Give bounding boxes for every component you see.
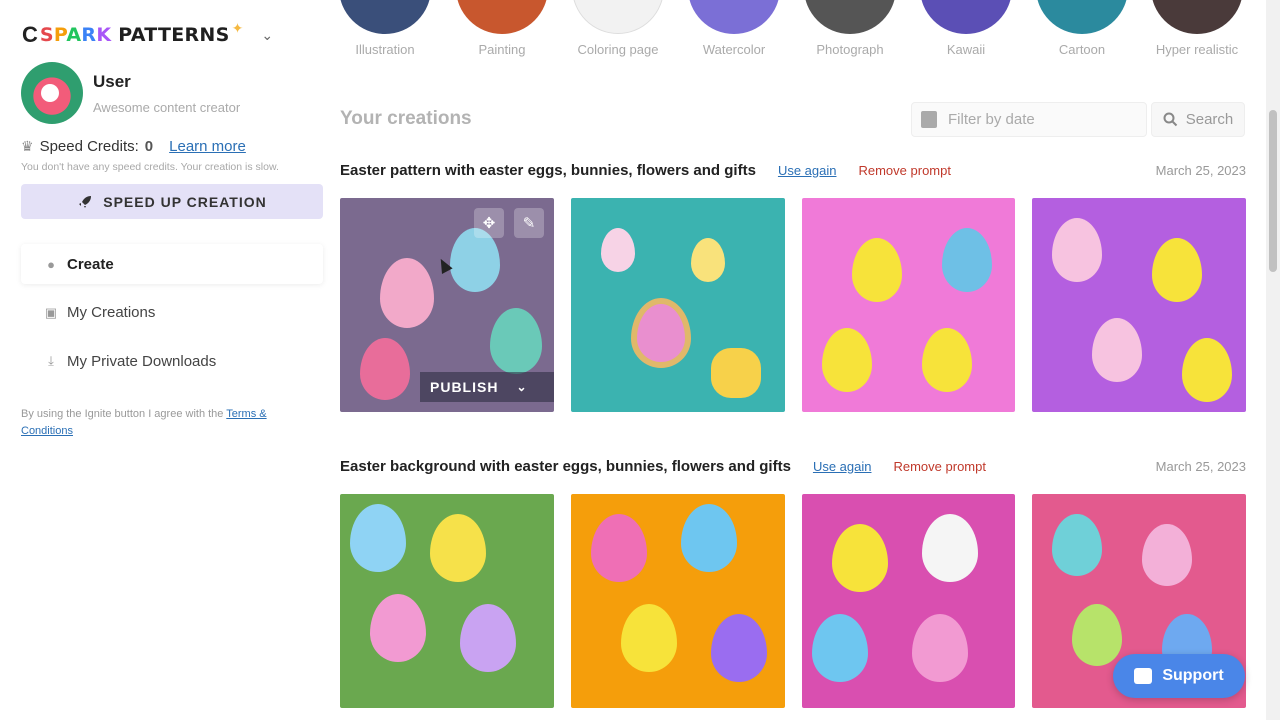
- style-thumb: [920, 0, 1012, 34]
- logo-text: SPARK PATTERNS: [40, 24, 230, 46]
- style-thumb: [340, 0, 431, 34]
- style-hyper-realistic[interactable]: Hyper realistic: [1145, 0, 1249, 57]
- logo-rest: PATTERNS: [111, 24, 230, 46]
- filter-placeholder: Filter by date: [948, 111, 1035, 128]
- style-thumb: [572, 0, 664, 34]
- style-label: Watercolor: [702, 42, 766, 57]
- creation-tile[interactable]: [801, 494, 1016, 708]
- terms-text: By using the Ignite button I agree with …: [21, 408, 227, 420]
- sidebar-item-label: My Private Downloads: [67, 352, 217, 370]
- sparkle-icon: ✦: [231, 19, 244, 36]
- search-label: Search: [1185, 111, 1234, 128]
- prompt-text: Easter pattern with easter eggs, bunnies…: [340, 161, 756, 179]
- chat-icon: [1134, 668, 1153, 684]
- style-illustration[interactable]: Illustration: [340, 0, 437, 57]
- chevron-down-icon[interactable]: ⌄: [261, 27, 273, 44]
- speed-credits: ♛ Speed Credits: 0 Learn more: [21, 138, 246, 155]
- terms-notice: By using the Ignite button I agree with …: [21, 406, 311, 440]
- style-photograph[interactable]: Photograph: [798, 0, 902, 57]
- logo-letter-p: P: [53, 24, 67, 46]
- crown-icon: ♛: [21, 138, 34, 154]
- search-button[interactable]: Search: [1151, 102, 1245, 137]
- creation-tile[interactable]: [340, 494, 554, 708]
- use-again-link[interactable]: Use again: [813, 459, 872, 474]
- logo-mark: C: [22, 22, 38, 47]
- sidebar-item-my-private-downloads[interactable]: ⤓ My Private Downloads: [21, 341, 323, 381]
- style-thumb: [804, 0, 896, 34]
- gallery-icon: ▣: [44, 304, 58, 320]
- learn-more-link[interactable]: Learn more: [169, 138, 246, 155]
- main-content: Illustration Painting Coloring page Wate…: [340, 0, 1260, 720]
- creation-tile[interactable]: [570, 198, 785, 412]
- search-icon: [1163, 112, 1177, 127]
- rocket-icon: [79, 195, 92, 208]
- use-again-link[interactable]: Use again: [778, 163, 837, 178]
- creation-grid: ✥ ✎ PUBLISH ⌄: [340, 198, 1246, 412]
- logo-letter-k: K: [96, 24, 112, 46]
- style-thumb: [1036, 0, 1128, 34]
- move-icon[interactable]: ✥: [474, 208, 504, 238]
- app-logo[interactable]: C SPARK PATTERNS ✦ ⌄: [22, 20, 273, 50]
- scrollbar[interactable]: [1266, 0, 1280, 720]
- user-profile: User Awesome content creator: [21, 62, 240, 124]
- creation-tile[interactable]: [1032, 198, 1246, 412]
- scrollbar-thumb[interactable]: [1269, 110, 1277, 272]
- avatar[interactable]: [21, 62, 83, 124]
- style-kawaii[interactable]: Kawaii: [914, 0, 1018, 57]
- logo-letter-s: S: [39, 24, 54, 46]
- chevron-down-icon[interactable]: ⌄: [516, 380, 527, 394]
- speed-up-label: SPEED UP CREATION: [103, 193, 267, 210]
- style-thumb: [456, 0, 548, 34]
- credits-note: You don't have any speed credits. Your c…: [21, 161, 279, 173]
- creation-group-header: Easter background with easter eggs, bunn…: [340, 456, 1246, 476]
- page-title: Your creations: [340, 108, 472, 129]
- sidebar-nav: ● Create ▣ My Creations ⤓ My Private Dow…: [21, 244, 323, 390]
- remove-prompt-link[interactable]: Remove prompt: [858, 163, 950, 178]
- edit-icon[interactable]: ✎: [514, 208, 544, 238]
- prompt-text: Easter background with easter eggs, bunn…: [340, 457, 791, 475]
- credits-label: Speed Credits:: [39, 138, 139, 155]
- creation-group-header: Easter pattern with easter eggs, bunnies…: [340, 160, 1246, 180]
- style-label: Coloring page: [577, 42, 659, 57]
- user-name: User: [93, 71, 131, 91]
- creation-date: March 25, 2023: [1155, 162, 1246, 178]
- style-coloring-page[interactable]: Coloring page: [566, 0, 670, 57]
- style-cartoon[interactable]: Cartoon: [1030, 0, 1134, 57]
- support-button[interactable]: Support: [1113, 654, 1245, 698]
- speed-up-creation-button[interactable]: SPEED UP CREATION: [21, 184, 323, 219]
- style-watercolor[interactable]: Watercolor: [682, 0, 786, 57]
- sidebar-item-label: Create: [67, 255, 114, 273]
- creation-date: March 25, 2023: [1155, 458, 1246, 474]
- creation-tile[interactable]: [801, 198, 1016, 412]
- credits-value: 0: [144, 138, 154, 155]
- style-label: Kawaii: [946, 42, 986, 57]
- user-subtitle: Awesome content creator: [93, 99, 241, 115]
- style-painting[interactable]: Painting: [450, 0, 554, 57]
- filter-by-date-input[interactable]: Filter by date: [911, 102, 1147, 137]
- style-label: Illustration: [355, 42, 415, 57]
- calendar-icon: [921, 111, 937, 128]
- style-thumb: [688, 0, 780, 34]
- creation-grid: [340, 494, 1246, 708]
- sidebar-item-label: My Creations: [67, 304, 156, 321]
- logo-letter-a: A: [66, 24, 82, 46]
- style-label: Hyper realistic: [1155, 42, 1239, 57]
- sidebar-item-create[interactable]: ● Create: [21, 244, 323, 284]
- download-icon: ⤓: [48, 353, 54, 368]
- publish-label: PUBLISH: [430, 379, 499, 395]
- style-label: Painting: [478, 42, 526, 57]
- style-thumb: [1151, 0, 1243, 34]
- style-label: Cartoon: [1058, 42, 1106, 57]
- creation-tile[interactable]: [570, 494, 785, 708]
- publish-button[interactable]: PUBLISH ⌄: [420, 372, 554, 402]
- sidebar-item-my-creations[interactable]: ▣ My Creations: [21, 293, 323, 333]
- creation-tile[interactable]: ✥ ✎ PUBLISH ⌄: [340, 198, 554, 412]
- style-label: Photograph: [816, 42, 884, 57]
- logo-letter-r: R: [81, 24, 97, 46]
- support-label: Support: [1162, 667, 1224, 684]
- remove-prompt-link[interactable]: Remove prompt: [893, 459, 985, 474]
- style-selector: Illustration Painting Coloring page Wate…: [340, 0, 1246, 60]
- flame-icon: ●: [47, 256, 55, 272]
- sidebar: C SPARK PATTERNS ✦ ⌄ User Awesome conten…: [0, 0, 340, 720]
